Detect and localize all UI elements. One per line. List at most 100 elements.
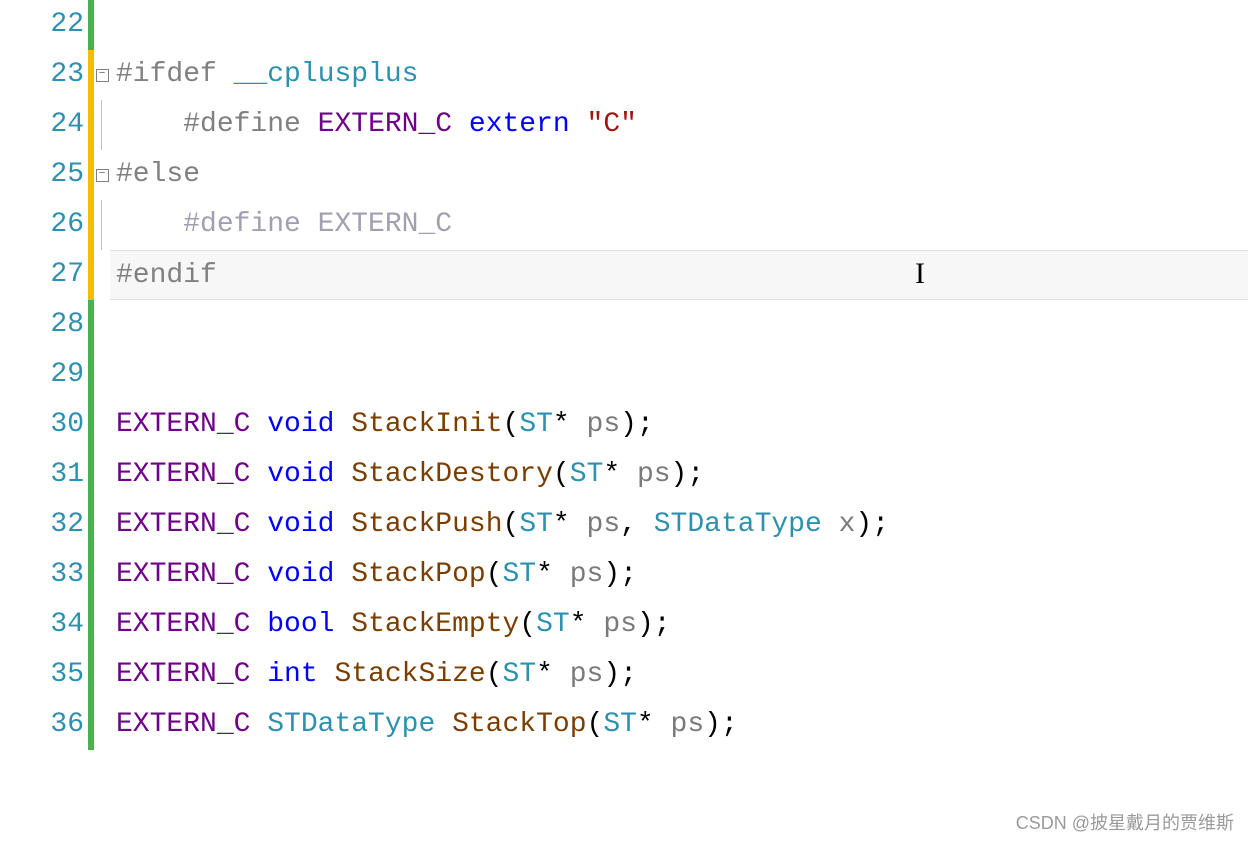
- code-line[interactable]: 23−#ifdef __cplusplus: [0, 50, 1248, 100]
- line-number: 23: [0, 50, 88, 100]
- code-content[interactable]: #define EXTERN_C: [110, 200, 1248, 250]
- code-content[interactable]: EXTERN_C void StackInit(ST* ps);: [110, 400, 1248, 450]
- token: #define: [183, 109, 301, 140]
- code-content[interactable]: EXTERN_C void StackDestory(ST* ps);: [110, 450, 1248, 500]
- code-editor[interactable]: 2223−#ifdef __cplusplus24 #define EXTERN…: [0, 0, 1248, 847]
- token: [250, 409, 267, 440]
- token: "C": [587, 109, 637, 140]
- fold-gutter[interactable]: −: [94, 150, 110, 200]
- code-content[interactable]: [110, 0, 1248, 50]
- code-line[interactable]: 35 EXTERN_C int StackSize(ST* ps);: [0, 650, 1248, 700]
- token: [250, 659, 267, 690]
- line-number: 33: [0, 550, 88, 600]
- token: #endif: [116, 260, 217, 291]
- token: (: [503, 509, 520, 540]
- fold-gutter: [94, 350, 110, 400]
- token: ps: [587, 409, 621, 440]
- fold-gutter: [94, 500, 110, 550]
- token: #define EXTERN_C: [183, 209, 452, 240]
- token: (: [519, 609, 536, 640]
- line-number: 30: [0, 400, 88, 450]
- token: ps: [587, 509, 621, 540]
- token: (: [587, 709, 604, 740]
- code-line[interactable]: 25−#else: [0, 150, 1248, 200]
- fold-guide: [101, 100, 102, 150]
- fold-gutter[interactable]: −: [94, 50, 110, 100]
- fold-gutter: [94, 450, 110, 500]
- token: void: [267, 459, 334, 490]
- fold-toggle-icon[interactable]: −: [96, 169, 109, 182]
- token: *: [637, 709, 671, 740]
- token: StackInit: [351, 409, 502, 440]
- fold-toggle-icon[interactable]: −: [96, 69, 109, 82]
- token: [217, 59, 234, 90]
- code-line[interactable]: 36 EXTERN_C STDataType StackTop(ST* ps);: [0, 700, 1248, 750]
- line-number: 36: [0, 700, 88, 750]
- code-line[interactable]: 31EXTERN_C void StackDestory(ST* ps);: [0, 450, 1248, 500]
- code-content[interactable]: #ifdef __cplusplus: [110, 50, 1248, 100]
- token: *: [570, 609, 604, 640]
- code-line[interactable]: 30 EXTERN_C void StackInit(ST* ps);: [0, 400, 1248, 450]
- token: (: [486, 659, 503, 690]
- code-content[interactable]: #define EXTERN_C extern "C": [110, 100, 1248, 150]
- token: bool: [267, 609, 334, 640]
- token: ST: [503, 559, 537, 590]
- token: __cplusplus: [234, 59, 419, 90]
- token: ps: [603, 609, 637, 640]
- code-content[interactable]: EXTERN_C bool StackEmpty(ST* ps);: [110, 600, 1248, 650]
- token: (: [553, 459, 570, 490]
- token: EXTERN_C: [116, 609, 250, 640]
- code-content[interactable]: #endif: [110, 250, 1248, 300]
- token: );: [671, 459, 705, 490]
- fold-gutter: [94, 700, 110, 750]
- code-content[interactable]: #else: [110, 150, 1248, 200]
- token: [250, 609, 267, 640]
- token: StackSize: [334, 659, 485, 690]
- code-line[interactable]: 27#endif: [0, 250, 1248, 300]
- token: void: [267, 409, 334, 440]
- code-content[interactable]: EXTERN_C STDataType StackTop(ST* ps);: [110, 700, 1248, 750]
- token: ps: [570, 659, 604, 690]
- token: [570, 109, 587, 140]
- token: EXTERN_C: [116, 559, 250, 590]
- code-line[interactable]: 26 #define EXTERN_C: [0, 200, 1248, 250]
- code-line[interactable]: 28: [0, 300, 1248, 350]
- code-content[interactable]: EXTERN_C int StackSize(ST* ps);: [110, 650, 1248, 700]
- token: ST: [519, 509, 553, 540]
- line-number: 35: [0, 650, 88, 700]
- token: [334, 459, 351, 490]
- code-line[interactable]: 22: [0, 0, 1248, 50]
- token: [452, 109, 469, 140]
- fold-gutter: [94, 250, 110, 300]
- token: [116, 109, 183, 140]
- token: [435, 709, 452, 740]
- token: [116, 209, 183, 240]
- line-number: 24: [0, 100, 88, 150]
- token: ST: [536, 609, 570, 640]
- token: ST: [570, 459, 604, 490]
- code-line[interactable]: 34EXTERN_C bool StackEmpty(ST* ps);: [0, 600, 1248, 650]
- token: );: [620, 409, 654, 440]
- token: *: [536, 559, 570, 590]
- code-content[interactable]: EXTERN_C void StackPush(ST* ps, STDataTy…: [110, 500, 1248, 550]
- token: EXTERN_C: [116, 709, 250, 740]
- code-line[interactable]: 29: [0, 350, 1248, 400]
- code-line[interactable]: 32EXTERN_C void StackPush(ST* ps, STData…: [0, 500, 1248, 550]
- token: StackPop: [351, 559, 485, 590]
- fold-gutter: [94, 650, 110, 700]
- code-content[interactable]: [110, 300, 1248, 350]
- token: [822, 509, 839, 540]
- code-line[interactable]: 24 #define EXTERN_C extern "C": [0, 100, 1248, 150]
- token: StackEmpty: [351, 609, 519, 640]
- line-number: 22: [0, 0, 88, 50]
- token: *: [553, 409, 587, 440]
- code-content[interactable]: EXTERN_C void StackPop(ST* ps);: [110, 550, 1248, 600]
- line-number: 29: [0, 350, 88, 400]
- token: #ifdef: [116, 59, 217, 90]
- token: [250, 509, 267, 540]
- code-line[interactable]: 33 EXTERN_C void StackPop(ST* ps);: [0, 550, 1248, 600]
- token: StackTop: [452, 709, 586, 740]
- token: [301, 109, 318, 140]
- token: [250, 559, 267, 590]
- code-content[interactable]: [110, 350, 1248, 400]
